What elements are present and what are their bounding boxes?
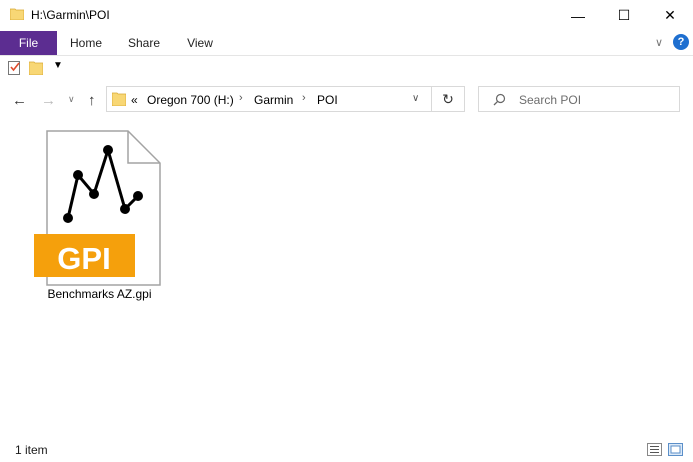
tab-share[interactable]: Share — [122, 31, 166, 55]
maximize-icon: ☐ — [617, 7, 631, 23]
breadcrumb-drive[interactable]: Oregon 700 (H:) — [147, 93, 234, 107]
back-arrow-icon[interactable]: ← — [12, 92, 27, 109]
chevron-right-icon[interactable]: › — [302, 92, 306, 104]
help-icon[interactable]: ? — [673, 34, 689, 50]
gpi-file-icon: GPI — [34, 130, 161, 286]
details-view-icon[interactable] — [647, 443, 662, 456]
refresh-icon: ↻ — [442, 90, 454, 107]
chevron-down-icon[interactable]: ∨ — [655, 36, 663, 49]
folder-icon — [10, 8, 24, 20]
chevron-right-icon[interactable]: › — [239, 92, 243, 104]
new-folder-icon[interactable] — [29, 60, 43, 75]
search-placeholder: Search POI — [519, 93, 582, 107]
tab-view[interactable]: View — [178, 31, 222, 55]
minimize-icon: — — [571, 7, 585, 24]
search-input[interactable]: Search POI — [478, 86, 680, 112]
address-dropdown-icon[interactable]: ∨ — [412, 93, 419, 104]
window-title: H:\Garmin\POI — [31, 8, 110, 22]
item-count: 1 item — [15, 443, 48, 457]
gpi-badge: GPI — [57, 241, 110, 276]
file-item[interactable]: GPI Benchmarks AZ.gpi — [32, 127, 170, 307]
folder-icon — [112, 92, 126, 106]
breadcrumb-poi[interactable]: POI — [317, 93, 338, 107]
recent-locations-icon[interactable]: ∨ — [68, 94, 75, 105]
close-icon: ✕ — [664, 7, 676, 23]
breadcrumb-overflow[interactable]: « — [131, 93, 138, 107]
forward-arrow-icon[interactable]: → — [41, 92, 56, 109]
customize-toolbar-icon[interactable]: ▼ — [53, 60, 63, 71]
breadcrumb-garmin[interactable]: Garmin — [254, 93, 293, 107]
minimize-button[interactable]: — — [555, 0, 601, 31]
large-icons-view-icon[interactable] — [668, 443, 683, 456]
quick-access-toolbar: ▼ — [0, 56, 693, 81]
search-icon — [493, 93, 506, 106]
address-bar[interactable]: « Oregon 700 (H:) › Garmin › POI ∨ — [106, 86, 432, 112]
close-button[interactable]: ✕ — [647, 0, 693, 31]
up-arrow-icon[interactable]: ↑ — [88, 92, 96, 109]
title-bar: H:\Garmin\POI — ☐ ✕ — [0, 0, 693, 31]
refresh-button[interactable]: ↻ — [432, 86, 465, 112]
properties-icon[interactable] — [8, 60, 21, 75]
status-bar: 1 item — [0, 438, 693, 462]
tab-home[interactable]: Home — [62, 31, 110, 55]
tab-file[interactable]: File — [0, 31, 57, 55]
ribbon-controls: ∨ ? — [655, 34, 689, 50]
file-name: Benchmarks AZ.gpi — [47, 287, 152, 301]
ribbon-tabs: File Home Share View ∨ ? — [0, 31, 693, 56]
maximize-button[interactable]: ☐ — [601, 0, 647, 31]
